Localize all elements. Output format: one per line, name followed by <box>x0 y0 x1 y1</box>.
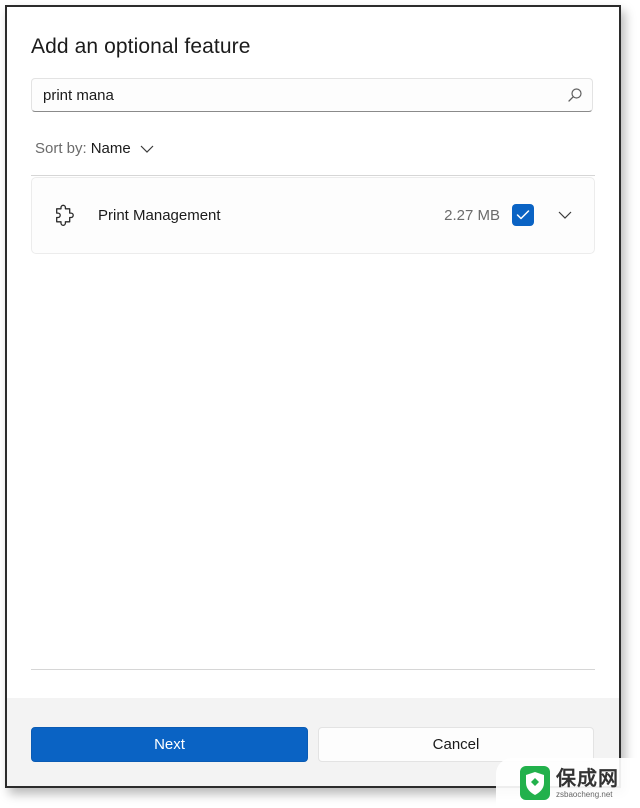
watermark-subtitle: zsbaocheng.net <box>556 789 613 799</box>
chevron-down-icon <box>140 145 154 153</box>
search-icon[interactable] <box>567 87 583 103</box>
sort-value: Name <box>90 140 131 157</box>
puzzle-piece-icon <box>56 204 74 226</box>
feature-checkbox[interactable] <box>512 204 534 226</box>
cancel-button[interactable]: Cancel <box>318 727 594 762</box>
feature-item[interactable]: Print Management 2.27 MB <box>31 177 595 254</box>
sort-dropdown[interactable]: Sort by: Name <box>35 140 154 157</box>
feature-size: 2.27 MB <box>444 207 500 224</box>
divider <box>31 669 595 670</box>
dialog-title: Add an optional feature <box>31 35 251 58</box>
sort-label: Sort by: <box>35 140 87 157</box>
next-button[interactable]: Next <box>31 727 308 762</box>
divider <box>31 175 595 176</box>
watermark-title: 保成网 <box>556 765 619 790</box>
watermark: 保成网 zsbaocheng.net <box>496 758 640 808</box>
search-box[interactable] <box>31 78 593 112</box>
add-optional-feature-dialog: Add an optional feature Sort by: Name Pr… <box>5 5 621 788</box>
search-input[interactable] <box>43 79 553 111</box>
shield-logo-icon <box>520 766 550 800</box>
feature-name: Print Management <box>98 207 221 224</box>
checkmark-icon <box>516 210 530 220</box>
chevron-down-icon[interactable] <box>558 210 572 220</box>
